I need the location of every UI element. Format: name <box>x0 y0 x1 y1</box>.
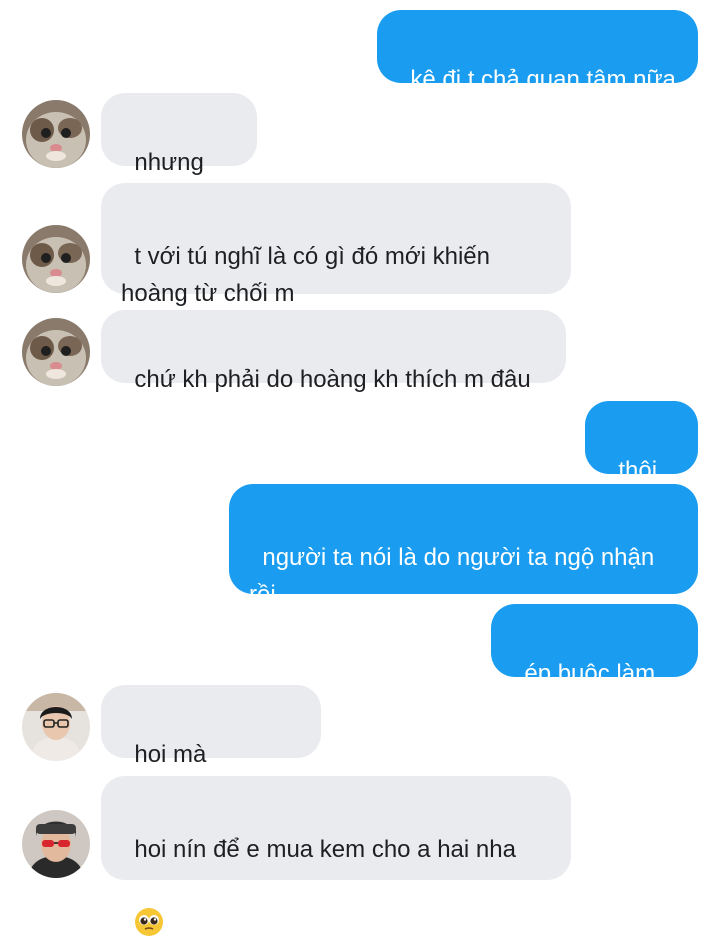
person-with-glasses-icon <box>22 693 90 761</box>
outgoing-message[interactable]: người ta nói là do người ta ngộ nhận rồi <box>229 484 698 608</box>
message-text: ép buộc làm gì <box>511 660 662 724</box>
cat-icon <box>22 225 90 293</box>
cat-avatar[interactable] <box>22 318 90 386</box>
cat-avatar[interactable] <box>22 100 90 168</box>
incoming-message[interactable]: nhưng mà <box>101 93 257 213</box>
message-text: hoi mà <box>134 741 207 768</box>
person-with-red-sunglasses-avatar[interactable] <box>22 810 90 878</box>
message-text: hoi nín để e mua kem cho a hai nha <box>134 836 516 863</box>
cat-icon <box>22 100 90 168</box>
message-text: người ta nói là do người ta ngộ nhận rồi <box>249 544 655 608</box>
incoming-message[interactable]: chứ kh phải do hoàng kh thích m đâu <box>101 310 566 393</box>
pleading-face-emoji-icon <box>135 908 164 936</box>
cat-icon <box>22 318 90 386</box>
person-with-red-sunglasses-icon <box>22 810 90 878</box>
outgoing-message[interactable]: thôi đi <box>585 401 698 521</box>
message-text: chứ kh phải do hoàng kh thích m đâu <box>134 366 531 393</box>
message-text: kệ đi t chả quan tâm nữa <box>410 66 676 93</box>
person-with-glasses-avatar[interactable] <box>22 693 90 761</box>
incoming-message[interactable]: t với tú nghĩ là có gì đó mới khiến hoàn… <box>101 183 571 307</box>
message-text: t với tú nghĩ là có gì đó mới khiến hoàn… <box>121 243 490 307</box>
incoming-message[interactable]: hoi mà <box>101 685 321 841</box>
outgoing-message[interactable]: kệ đi t chả quan tâm nữa <box>377 10 698 93</box>
cat-avatar[interactable] <box>22 225 90 293</box>
incoming-message[interactable]: hoi nín để e mua kem cho a hai nha <box>101 776 571 936</box>
outgoing-message[interactable]: ép buộc làm gì <box>491 604 698 724</box>
